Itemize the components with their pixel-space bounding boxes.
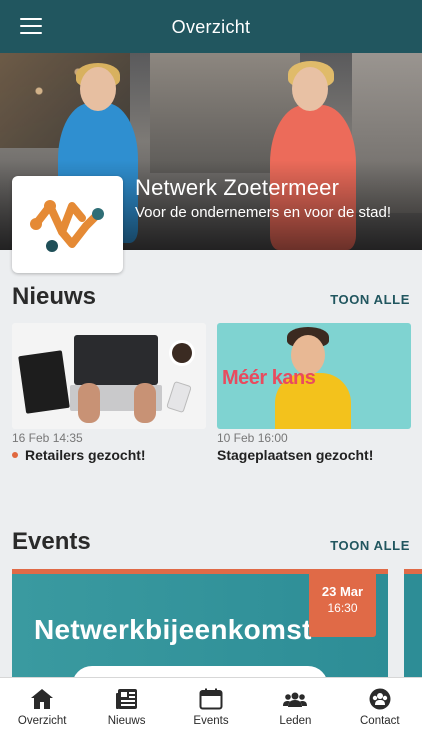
unread-indicator-icon	[12, 452, 18, 458]
page-title: Overzicht	[171, 17, 251, 37]
tab-overzicht[interactable]: Overzicht	[0, 678, 84, 750]
event-title: Netwerkbijeenkomst	[34, 614, 312, 645]
organization-logo	[12, 176, 123, 273]
tab-leden[interactable]: Leden	[253, 678, 337, 750]
contact-icon	[369, 688, 391, 710]
organization-tagline: Voor de ondernemers en voor de stad!	[135, 204, 391, 221]
news-image-text: Méér kans	[222, 367, 316, 389]
news-title-text: Stageplaatsen gezocht!	[217, 447, 374, 463]
tab-label: Leden	[279, 715, 312, 727]
news-date: 10 Feb 16:00	[217, 431, 288, 445]
bottom-tab-bar: Overzicht Nieuws Events Leden Contact	[0, 677, 422, 750]
news-card[interactable]: Méér kans 10 Feb 16:00 Stageplaatsen gez…	[217, 323, 411, 463]
news-show-all-link[interactable]: TOON ALLE	[330, 292, 410, 307]
news-image: Méér kans	[217, 323, 411, 429]
tab-nieuws[interactable]: Nieuws	[84, 678, 168, 750]
newspaper-icon	[115, 689, 137, 709]
event-date-badge: 23 Mar 16:30	[309, 573, 376, 637]
events-section-title: Events	[12, 528, 91, 555]
hero-person	[292, 67, 328, 111]
tab-label: Nieuws	[107, 715, 146, 727]
event-time: 16:30	[327, 601, 358, 615]
app-bar: Overzicht	[0, 0, 422, 53]
members-icon	[283, 692, 308, 707]
tab-label: Contact	[360, 715, 400, 727]
tab-label: Overzicht	[17, 715, 67, 727]
organization-name: Netwerk Zoetermeer	[135, 175, 340, 200]
event-date: 23 Mar	[321, 584, 364, 599]
home-icon	[31, 689, 54, 709]
hero-person	[80, 67, 116, 111]
events-show-all-link[interactable]: TOON ALLE	[330, 538, 410, 553]
network-logo-icon	[30, 200, 104, 252]
calendar-icon	[199, 688, 223, 710]
news-image	[12, 323, 206, 429]
news-date: 16 Feb 14:35	[12, 431, 83, 445]
tab-events[interactable]: Events	[169, 678, 253, 750]
news-card[interactable]: 16 Feb 14:35 Retailers gezocht!	[12, 323, 206, 463]
news-section-title: Nieuws	[12, 283, 97, 310]
news-title: Retailers gezocht!	[12, 447, 206, 463]
tab-label: Events	[193, 715, 229, 727]
news-title-text: Retailers gezocht!	[25, 447, 146, 463]
tab-contact[interactable]: Contact	[338, 678, 422, 750]
news-title: Stageplaatsen gezocht!	[217, 447, 411, 463]
event-card-next[interactable]	[404, 569, 422, 679]
